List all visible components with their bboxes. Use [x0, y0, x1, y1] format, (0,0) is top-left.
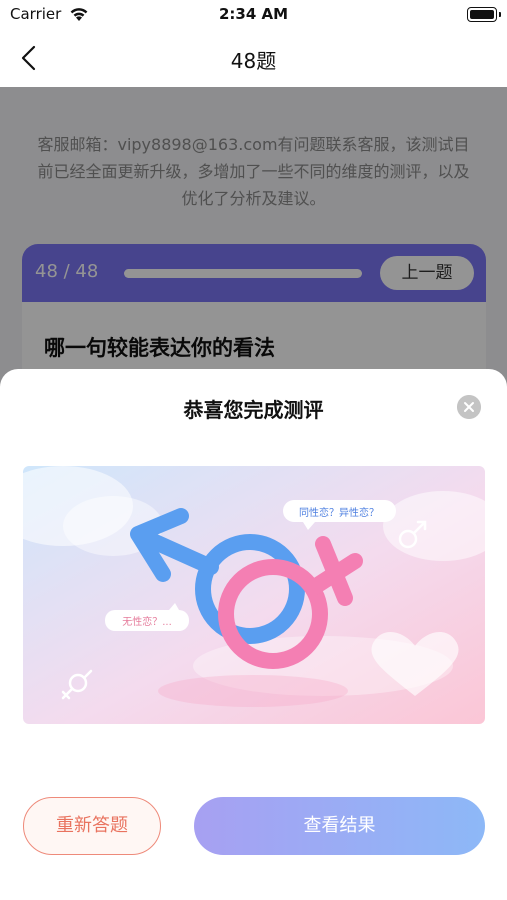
completion-title: 恭喜您完成测评: [183, 398, 324, 422]
retry-button[interactable]: 重新答题: [23, 797, 161, 855]
status-bar: Carrier 2:34 AM: [0, 0, 507, 30]
nav-bar: 48题: [0, 30, 507, 87]
completion-sheet: 恭喜您完成测评 同性恋？异性恋？ 无性恋？... 重新答题 查看结果: [0, 369, 507, 900]
bubble-orientation-question: 同性恋？异性恋？: [299, 506, 379, 519]
gender-symbols-illustration: 同性恋？异性恋？ 无性恋？...: [23, 466, 485, 724]
page-title: 48题: [230, 49, 277, 73]
bubble-asexual-question: 无性恋？...: [122, 615, 172, 628]
close-icon[interactable]: [457, 395, 481, 419]
status-time: 2:34 AM: [218, 5, 289, 23]
view-result-button[interactable]: 查看结果: [194, 797, 485, 855]
battery-icon: [467, 7, 501, 22]
